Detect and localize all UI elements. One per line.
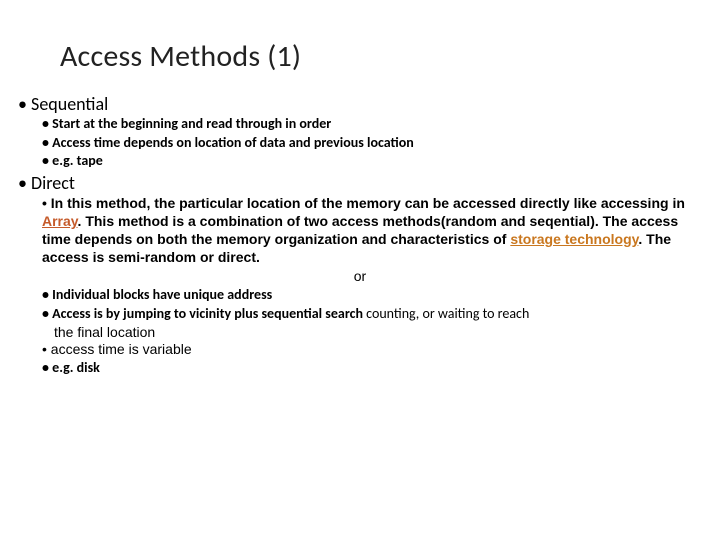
slide-root: Access Methods (1) Sequential Start at t… [0,0,720,540]
heading-direct-text: Direct [31,172,75,194]
link-array[interactable]: Array [42,213,78,229]
direct-item-jump: Access is by jumping to vicinity plus se… [42,305,702,323]
slide-title: Access Methods (1) [60,38,702,75]
direct-long-paragraph: In this method, the particular location … [42,194,702,267]
heading-sequential: Sequential Start at the beginning and re… [18,93,702,170]
direct-sublist-2: Individual blocks have unique address Ac… [18,286,702,322]
seq-item-3: e.g. tape [42,152,702,170]
direct-item-unique: Individual blocks have unique address [42,286,702,304]
direct-sublist-3: access time is variable e.g. disk [18,340,702,377]
or-separator: or [18,268,702,284]
direct-sublist: In this method, the particular location … [18,194,702,267]
direct-jump-tail: counting, or waiting to reach [363,305,529,322]
direct-long-pre1: In this method, the particular location … [51,195,685,211]
seq-item-2: Access time depends on location of data … [42,134,702,152]
direct-item-time: access time is variable [42,340,702,358]
seq-item-1: Start at the beginning and read through … [42,115,702,133]
direct-jump-pre: Access is by jumping to vicinity plus se… [52,305,363,322]
direct-jump-continue: the final location [18,324,702,340]
sequential-sublist: Start at the beginning and read through … [18,115,702,170]
content-list: Sequential Start at the beginning and re… [18,93,702,377]
heading-direct: Direct In this method, the particular lo… [18,172,702,377]
link-storage-technology[interactable]: storage technology [510,231,638,247]
heading-sequential-text: Sequential [31,93,108,115]
direct-item-eg: e.g. disk [42,359,702,377]
